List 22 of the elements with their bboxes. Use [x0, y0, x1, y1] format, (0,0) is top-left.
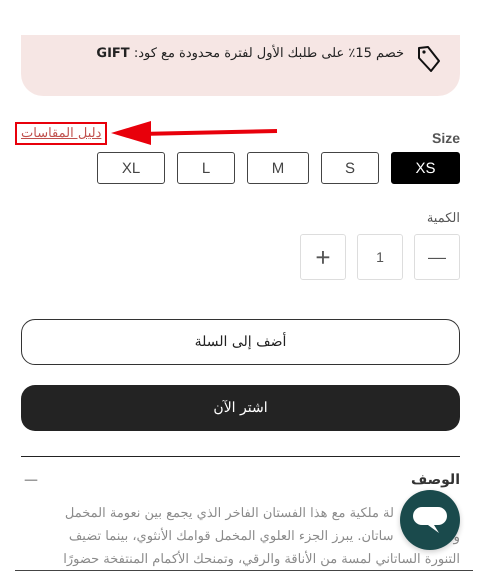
- description-text: التنورة الساتاني لمسة من الأناقة والرقي، وتمنحك الأكمام المنتفخة حضورًا: [63, 552, 460, 567]
- description-text: لة ملكية مع هذا الفستان الفاخر الذي يجمع بين نعومة المخمل: [64, 506, 394, 521]
- increment-button[interactable]: +: [300, 234, 346, 280]
- collapse-toggle[interactable]: —: [24, 472, 38, 488]
- chat-button[interactable]: [400, 490, 460, 550]
- tag-icon: [416, 45, 442, 73]
- quantity-field[interactable]: 1: [357, 234, 403, 280]
- buy-now-button[interactable]: اشتر الآن: [21, 385, 460, 431]
- decrement-button[interactable]: —: [414, 234, 460, 280]
- size-option[interactable]: L: [177, 152, 235, 184]
- description-text: و: [453, 528, 460, 544]
- size-option[interactable]: XS: [391, 152, 460, 184]
- size-guide-link[interactable]: دليل المقاسات: [15, 122, 108, 144]
- size-option[interactable]: XL: [97, 152, 165, 184]
- add-to-cart-button[interactable]: أضف إلى السلة: [21, 319, 460, 365]
- description-title: الوصف: [410, 472, 460, 488]
- size-option[interactable]: S: [321, 152, 379, 184]
- quantity-label: الكمية: [426, 211, 460, 226]
- size-option[interactable]: M: [247, 152, 309, 184]
- chat-bubble-icon: [412, 505, 448, 535]
- size-label: Size: [432, 130, 460, 146]
- description-text: ساتان. يبرز الجزء العلوي المخمل قوامك الأنثوي، بينما تضيف: [68, 529, 394, 544]
